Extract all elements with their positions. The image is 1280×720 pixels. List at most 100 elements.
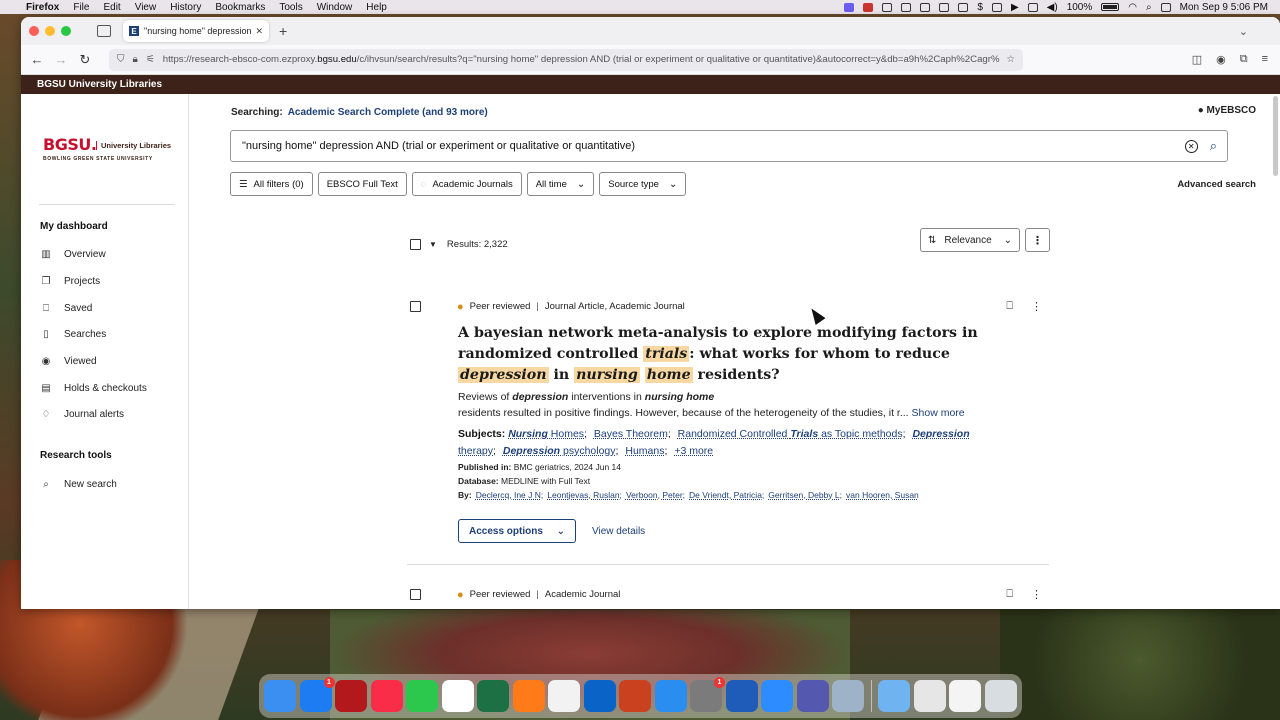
play-icon[interactable]: ▶ — [1011, 2, 1019, 13]
menu-app-name[interactable]: Firefox — [26, 2, 59, 13]
dock-teams-icon[interactable] — [796, 680, 829, 712]
more-options-button[interactable]: ⋮ — [1025, 228, 1050, 252]
dock-acrobat-icon[interactable] — [335, 680, 367, 712]
dock-safari-icon[interactable] — [654, 680, 687, 712]
minimize-window-button[interactable] — [45, 26, 55, 36]
dollar-icon[interactable]: $ — [977, 2, 983, 13]
spotlight-icon[interactable]: ⌕ — [1146, 2, 1152, 13]
subject-link[interactable]: Humans — [625, 445, 664, 457]
result-checkbox[interactable] — [410, 589, 421, 600]
author-link[interactable]: Declercq, Ine J N; — [476, 490, 544, 500]
more-vertical-icon[interactable]: ⋮ — [1031, 300, 1042, 313]
bgsu-logo[interactable]: BGSU. University Libraries BOWLING GREEN… — [43, 135, 171, 162]
search-input[interactable]: "nursing home" depression AND (trial or … — [230, 130, 1228, 162]
reload-button[interactable]: ↻ — [73, 52, 97, 68]
wifi-icon[interactable]: ◠ — [1128, 2, 1137, 13]
all-filters-button[interactable]: ☰ All filters (0) — [230, 172, 313, 196]
source-type-dropdown[interactable]: Source type ⌄ — [599, 172, 687, 196]
menu-tools[interactable]: Tools — [279, 2, 302, 13]
ebsco-full-text-filter[interactable]: EBSCO Full Text — [317, 172, 407, 196]
display-icon[interactable] — [991, 2, 1002, 12]
pocket-icon[interactable]: ◫ — [1192, 53, 1202, 66]
dock-facetime-icon[interactable] — [406, 680, 438, 712]
app-menu-icon[interactable]: ≡ — [1262, 53, 1268, 66]
sidebar-item-holds[interactable]: ▤ Holds & checkouts — [40, 383, 147, 394]
subject-link[interactable]: Nursing Homes — [508, 428, 584, 440]
sort-dropdown[interactable]: ⇅ Relevance ⌄ — [920, 228, 1020, 252]
result-checkbox[interactable] — [410, 301, 421, 312]
select-all-checkbox[interactable] — [410, 239, 421, 250]
dock-printer-icon[interactable] — [913, 680, 946, 712]
folder-status-icon[interactable] — [939, 2, 950, 12]
menu-help[interactable]: Help — [366, 2, 387, 13]
access-options-button[interactable]: Access options ⌄ — [458, 519, 576, 543]
close-window-button[interactable] — [29, 26, 39, 36]
tab-overview-icon[interactable] — [97, 25, 111, 37]
dock-zoom-icon[interactable] — [761, 680, 793, 712]
show-more-link[interactable]: Show more — [912, 407, 965, 419]
author-link[interactable]: Leontjevas, Ruslan; — [547, 490, 622, 500]
dock-settings-icon[interactable]: 1 — [690, 677, 725, 712]
clear-search-icon[interactable]: ✕ — [1184, 139, 1198, 153]
close-tab-icon[interactable]: ✕ — [255, 26, 263, 37]
menu-history[interactable]: History — [170, 2, 201, 13]
control-center-icon[interactable] — [1160, 2, 1171, 12]
bookmark-icon[interactable]: ⎕ — [1006, 588, 1013, 601]
dock-excel-icon[interactable] — [477, 680, 509, 712]
address-bar[interactable]: ⛉ 🔒︎ ⚟ https://research-ebsco-com.ezprox… — [109, 48, 1023, 71]
lock-icon[interactable]: 🔒︎ — [133, 54, 138, 65]
advanced-search-link[interactable]: Advanced search — [1177, 179, 1256, 190]
account-icon[interactable]: ◉ — [1216, 53, 1226, 66]
menu-bookmarks[interactable]: Bookmarks — [215, 2, 265, 13]
page-scrollbar[interactable] — [1273, 96, 1278, 176]
forward-button[interactable]: → — [49, 52, 73, 67]
dock-trash-icon[interactable] — [984, 680, 1017, 712]
more-subjects-link[interactable]: +3 more — [674, 445, 713, 457]
menu-file[interactable]: File — [73, 2, 89, 13]
sidebar-item-journal-alerts[interactable]: ♢ Journal alerts — [40, 409, 125, 420]
bookmark-star-icon[interactable]: ☆ — [1006, 54, 1015, 65]
menu-window[interactable]: Window — [317, 2, 353, 13]
academic-journals-filter[interactable]: ◌ Academic Journals — [411, 172, 522, 196]
sidebar-item-searches[interactable]: ▯ Searches — [40, 329, 106, 340]
sidebar-item-projects[interactable]: ❐ Projects — [40, 276, 101, 287]
screen-record-icon[interactable] — [844, 2, 855, 12]
dock-folder-icon[interactable] — [878, 680, 910, 712]
extension-icon[interactable] — [901, 2, 912, 12]
subject-link[interactable]: Bayes Theorem — [594, 428, 668, 440]
tracking-protection-icon[interactable]: ⛉ — [117, 54, 125, 65]
author-link[interactable]: Gerritsen, Debby L; — [768, 490, 842, 500]
clock[interactable]: Mon Sep 9 5:06 PM — [1180, 2, 1268, 13]
result-title[interactable]: A bayesian network meta-analysis to expl… — [458, 323, 998, 386]
new-tab-button[interactable]: + — [279, 23, 287, 39]
sidebar-item-overview[interactable]: ▥ Overview — [40, 249, 105, 260]
menu-edit[interactable]: Edit — [103, 2, 120, 13]
control-icon[interactable] — [920, 2, 931, 12]
dock-app-store-icon[interactable]: 1 — [299, 677, 335, 712]
subject-link[interactable]: Randomized Controlled Trials as Topic me… — [678, 428, 903, 440]
back-button[interactable]: ← — [25, 52, 49, 67]
volume-icon[interactable]: ◀) — [1047, 2, 1058, 13]
dock-document-icon[interactable] — [949, 680, 981, 712]
sidebar-item-saved[interactable]: ⎕ Saved — [40, 303, 92, 314]
dock-preview-icon[interactable] — [832, 680, 864, 712]
record-status-icon[interactable] — [863, 2, 874, 12]
creative-cloud-icon[interactable] — [958, 2, 969, 12]
dock-outlook-icon[interactable] — [583, 680, 616, 712]
author-link[interactable]: van Hooren, Susan — [846, 490, 919, 500]
dock-powerpoint-icon[interactable] — [619, 680, 651, 712]
battery-icon[interactable] — [1101, 3, 1120, 11]
time-filter-dropdown[interactable]: All time ⌄ — [526, 172, 595, 196]
more-vertical-icon[interactable]: ⋮ — [1031, 588, 1042, 601]
bookmark-icon[interactable]: ⎕ — [1006, 300, 1013, 313]
dock-firefox-icon[interactable] — [512, 680, 545, 712]
menu-view[interactable]: View — [135, 2, 157, 13]
tab-active[interactable]: E "nursing home" depression AN ✕ — [123, 20, 269, 42]
extensions-icon[interactable]: ⧉ — [1240, 53, 1248, 66]
sidebar-item-new-search[interactable]: ⌕ New search — [40, 479, 117, 490]
zoom-status-icon[interactable] — [882, 2, 893, 12]
dock-music-icon[interactable] — [370, 680, 403, 712]
dock-chrome-icon[interactable] — [441, 680, 474, 712]
sidebar-item-viewed[interactable]: ◉ Viewed — [40, 356, 97, 367]
view-details-link[interactable]: View details — [592, 526, 645, 537]
